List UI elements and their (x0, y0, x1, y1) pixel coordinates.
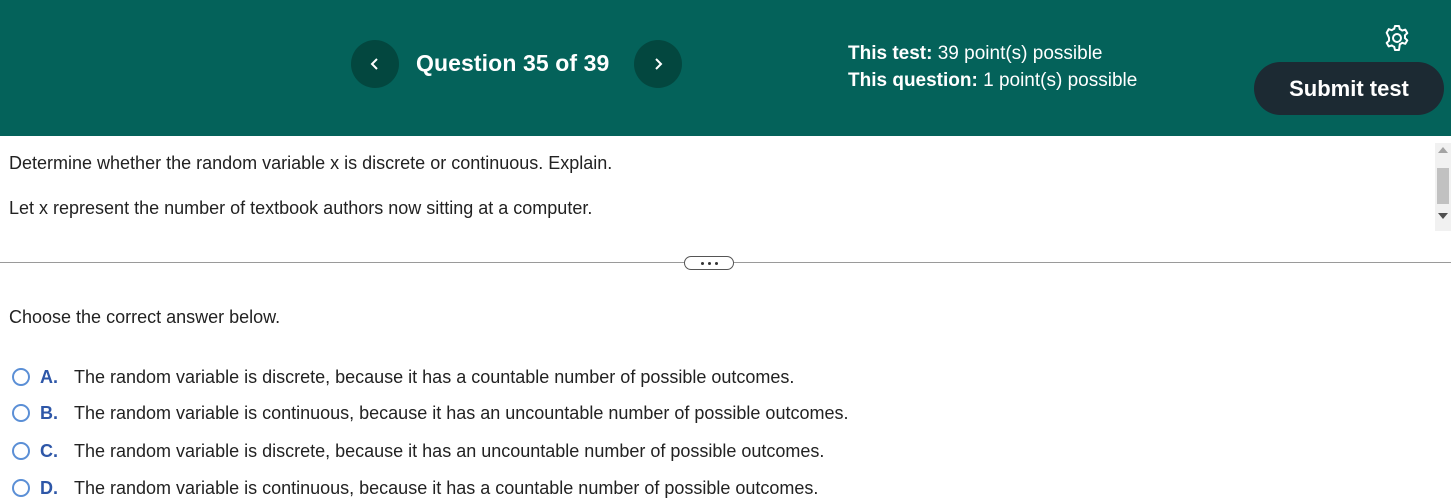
answer-option-b[interactable]: B. The random variable is continuous, be… (12, 398, 848, 428)
question-scrollbar[interactable] (1435, 143, 1451, 231)
option-text: The random variable is continuous, becau… (74, 477, 819, 498)
option-letter: C. (40, 440, 58, 461)
header-bar: Question 35 of 39 This test: 39 point(s)… (0, 0, 1451, 136)
option-letter: A. (40, 366, 58, 387)
question-prompt: Determine whether the random variable x … (9, 153, 613, 173)
test-points-value: 39 point(s) possible (932, 43, 1103, 64)
option-text: The random variable is discrete, because… (74, 440, 825, 461)
answer-option-c[interactable]: C. The random variable is discrete, beca… (12, 436, 824, 466)
answer-option-a[interactable]: A. The random variable is discrete, beca… (12, 362, 794, 392)
gear-icon[interactable] (1382, 23, 1412, 53)
ellipsis-icon (700, 261, 704, 265)
expand-more-button[interactable] (684, 256, 734, 270)
radio-button[interactable] (12, 479, 30, 497)
question-points-value: 1 point(s) possible (977, 70, 1138, 91)
test-points-label: This test: (848, 43, 933, 64)
points-info: This test: 39 point(s) possible This que… (848, 40, 1137, 94)
scroll-up-arrow-icon[interactable] (1438, 147, 1448, 153)
option-letter: B. (40, 402, 58, 423)
radio-button[interactable] (12, 368, 30, 386)
previous-question-button[interactable] (351, 40, 399, 88)
question-counter: Question 35 of 39 (416, 50, 610, 76)
chevron-right-icon (655, 58, 663, 70)
scroll-down-arrow-icon[interactable] (1438, 213, 1448, 219)
ellipsis-icon (714, 261, 718, 265)
answer-instruction: Choose the correct answer below. (9, 307, 281, 327)
question-detail: Let x represent the number of textbook a… (9, 198, 593, 218)
ellipsis-icon (707, 261, 711, 265)
chevron-left-icon (370, 58, 378, 70)
radio-button[interactable] (12, 404, 30, 422)
submit-test-button[interactable]: Submit test (1254, 62, 1444, 115)
scroll-thumb[interactable] (1437, 168, 1449, 204)
test-points: This test: 39 point(s) possible (848, 40, 1137, 67)
option-text: The random variable is discrete, because… (74, 366, 795, 387)
next-question-button[interactable] (634, 40, 682, 88)
answer-option-d[interactable]: D. The random variable is continuous, be… (12, 473, 818, 503)
option-text: The random variable is continuous, becau… (74, 402, 849, 423)
question-points-label: This question: (848, 70, 978, 91)
question-points: This question: 1 point(s) possible (848, 67, 1137, 94)
option-letter: D. (40, 477, 58, 498)
radio-button[interactable] (12, 442, 30, 460)
